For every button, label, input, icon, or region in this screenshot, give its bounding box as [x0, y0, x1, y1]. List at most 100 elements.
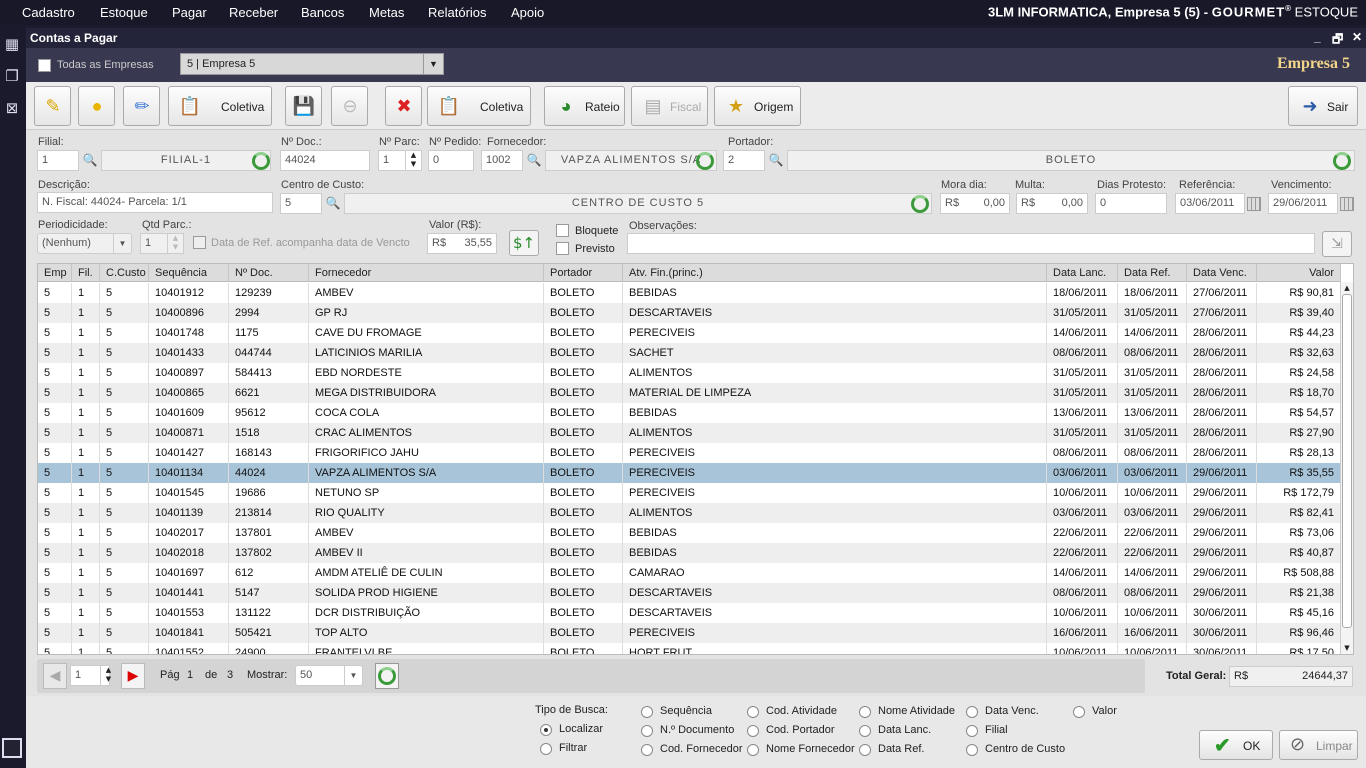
ccusto-search-icon[interactable]: 🔍 [323, 193, 343, 214]
origem-button[interactable]: ★ Origem [714, 86, 801, 126]
table-row[interactable]: 5 1 5 10400897 584413 EBD NORDESTE BOLETO ALIME… [38, 363, 1341, 383]
scroll-thumb[interactable] [1342, 294, 1352, 628]
fiscal-button[interactable]: ▤ Fiscal [631, 86, 708, 126]
menu-pagar[interactable]: Pagar [172, 5, 207, 20]
coletiva-new-button[interactable]: 📋 Coletiva [168, 86, 272, 126]
busca-mode-radio[interactable] [540, 743, 552, 755]
multa-input[interactable]: R$ 0,00 [1016, 193, 1088, 214]
table-row[interactable]: 5 1 5 10401553 131122 DCR DISTRIBUIÇÃO BOLETO D… [38, 603, 1341, 623]
menu-cadastro[interactable]: Cadastro [22, 5, 75, 20]
busca-option-radio[interactable] [859, 725, 871, 737]
portador-refresh-icon[interactable] [1333, 152, 1351, 170]
rateio-button[interactable]: ◕ Rateio [544, 86, 625, 126]
busca-option-radio[interactable] [641, 706, 653, 718]
column-header[interactable]: Emp [38, 264, 72, 282]
column-header[interactable]: Sequência [149, 264, 229, 282]
table-row[interactable]: 5 1 5 10400865 6621 MEGA DISTRIBUIDORA BOLETO M… [38, 383, 1341, 403]
todas-empresas-checkbox[interactable] [38, 59, 51, 72]
dataref-checkbox[interactable] [193, 236, 206, 249]
fornecedor-refresh-icon[interactable] [696, 152, 714, 170]
save-button[interactable]: 💾 [285, 86, 322, 126]
ccusto-refresh-icon[interactable] [911, 195, 929, 213]
qtdparc-stepper-icon[interactable]: ▲ ▼ [167, 234, 183, 253]
busca-mode-radio[interactable] [540, 724, 552, 736]
referencia-calendar-icon[interactable] [1247, 197, 1261, 211]
vencimento-calendar-icon[interactable] [1340, 197, 1354, 211]
table-row[interactable]: 5 1 5 10401552 24900 FRANTELVI BE BOLETO HORT F… [38, 643, 1341, 654]
table-row[interactable]: 5 1 5 10401433 044744 LATICINIOS MARILIA BOLET… [38, 343, 1341, 363]
page-stepper-icon[interactable]: ▲ ▼ [100, 666, 116, 685]
referencia-input[interactable]: 03/06/2011 [1175, 193, 1245, 214]
portador-code-input[interactable]: 2 [723, 150, 765, 171]
close-windows-icon[interactable]: ⊠ [2, 98, 22, 118]
column-header[interactable]: Nº Doc. [229, 264, 309, 282]
busca-option-radio[interactable] [747, 725, 759, 737]
portador-search-icon[interactable]: 🔍 [766, 150, 786, 171]
cascade-windows-icon[interactable]: ❐ [2, 66, 22, 86]
table-row[interactable]: 5 1 5 10401139 213814 RIO QUALITY BOLETO ALIMEN… [38, 503, 1341, 523]
menu-apoio[interactable]: Apoio [511, 5, 544, 20]
descricao-input[interactable]: N. Fiscal: 44024- Parcela: 1/1 [37, 192, 273, 213]
column-header[interactable]: Atv. Fin.(princ.) [623, 264, 1047, 282]
busca-option-radio[interactable] [966, 706, 978, 718]
menu-relatorios[interactable]: Relatórios [428, 5, 487, 20]
npedido-input[interactable]: 0 [428, 150, 474, 171]
edit-button[interactable]: ✏ [123, 86, 160, 126]
observacoes-input[interactable] [627, 233, 1315, 254]
busca-option-radio[interactable] [1073, 706, 1085, 718]
menu-bancos[interactable]: Bancos [301, 5, 344, 20]
filial-search-icon[interactable]: 🔍 [80, 150, 100, 171]
ok-button[interactable]: ✔ OK [1199, 730, 1273, 760]
column-header[interactable]: C.Custo [100, 264, 149, 282]
menu-estoque[interactable]: Estoque [100, 5, 148, 20]
filial-refresh-icon[interactable] [252, 152, 270, 170]
scroll-down-icon[interactable]: ▼ [1341, 642, 1353, 654]
scroll-up-icon[interactable]: ▲ [1341, 282, 1353, 294]
cancel-button[interactable]: ⊖ [331, 86, 368, 126]
previsto-checkbox[interactable] [556, 242, 569, 255]
menu-metas[interactable]: Metas [369, 5, 404, 20]
busca-option-radio[interactable] [966, 744, 978, 756]
busca-option-radio[interactable] [641, 725, 653, 737]
close-icon[interactable]: ✕ [1352, 30, 1362, 44]
vertical-scrollbar[interactable]: ▲ ▼ [1340, 282, 1353, 654]
busca-option-radio[interactable] [859, 706, 871, 718]
table-row[interactable]: 5 1 5 10401545 19686 NETUNO SP BOLETO PERECIVEI… [38, 483, 1341, 503]
new-button[interactable]: ✎ [34, 86, 71, 126]
table-row[interactable]: 5 1 5 10402018 137802 AMBEV II BOLETO BEBIDAS 22… [38, 543, 1341, 563]
refresh-button[interactable] [375, 663, 399, 689]
table-row[interactable]: 5 1 5 10401441 5147 SOLIDA PROD HIGIENE BOLETO… [38, 583, 1341, 603]
empresa-select[interactable]: 5 | Empresa 5 ▼ [180, 53, 444, 75]
table-row[interactable]: 5 1 5 10400871 1518 CRAC ALIMENTOS BOLETO ALIME… [38, 423, 1341, 443]
table-row[interactable]: 5 1 5 10400896 2994 GP RJ BOLETO DESCARTAVEIS 31… [38, 303, 1341, 323]
column-header[interactable]: Data Venc. [1187, 264, 1257, 282]
table-row[interactable]: 5 1 5 10401134 44024 VAPZA ALIMENTOS S/A BOLET… [38, 463, 1341, 483]
busca-option-radio[interactable] [966, 725, 978, 737]
sair-button[interactable]: ➜ Sair [1288, 86, 1358, 126]
busca-option-radio[interactable] [747, 706, 759, 718]
ccusto-code-input[interactable]: 5 [280, 193, 322, 214]
copy-button[interactable]: ● [78, 86, 115, 126]
fornecedor-search-icon[interactable]: 🔍 [524, 150, 544, 171]
column-header[interactable]: Data Lanc. [1047, 264, 1118, 282]
protesto-input[interactable]: 0 [1095, 193, 1167, 214]
minimize-icon[interactable]: _ [1314, 30, 1321, 44]
column-header[interactable]: Fil. [72, 264, 100, 282]
tile-windows-icon[interactable]: ▦ [2, 34, 22, 54]
limpar-button[interactable]: ⊘ Limpar [1279, 730, 1358, 760]
periodicidade-select[interactable]: (Nenhum) ▼ [37, 233, 132, 254]
coletiva-delete-button[interactable]: 📋 Coletiva [427, 86, 531, 126]
obs-expand-icon[interactable]: ⇲ [1322, 231, 1352, 257]
table-row[interactable]: 5 1 5 10401841 505421 TOP ALTO BOLETO PERECIVEI… [38, 623, 1341, 643]
column-header[interactable]: Data Ref. [1118, 264, 1187, 282]
vencimento-input[interactable]: 29/06/2011 [1268, 193, 1338, 214]
ndoc-input[interactable]: 44024 [280, 150, 370, 171]
fornecedor-code-input[interactable]: 1002 [481, 150, 523, 171]
column-header[interactable]: Portador [544, 264, 623, 282]
busca-option-radio[interactable] [859, 744, 871, 756]
table-row[interactable]: 5 1 5 10401697 612 AMDM ATELIÊ DE CULIN BOLETO… [38, 563, 1341, 583]
bloquete-checkbox[interactable] [556, 224, 569, 237]
delete-button[interactable]: ✖ [385, 86, 422, 126]
busca-option-radio[interactable] [641, 744, 653, 756]
busca-option-radio[interactable] [747, 744, 759, 756]
